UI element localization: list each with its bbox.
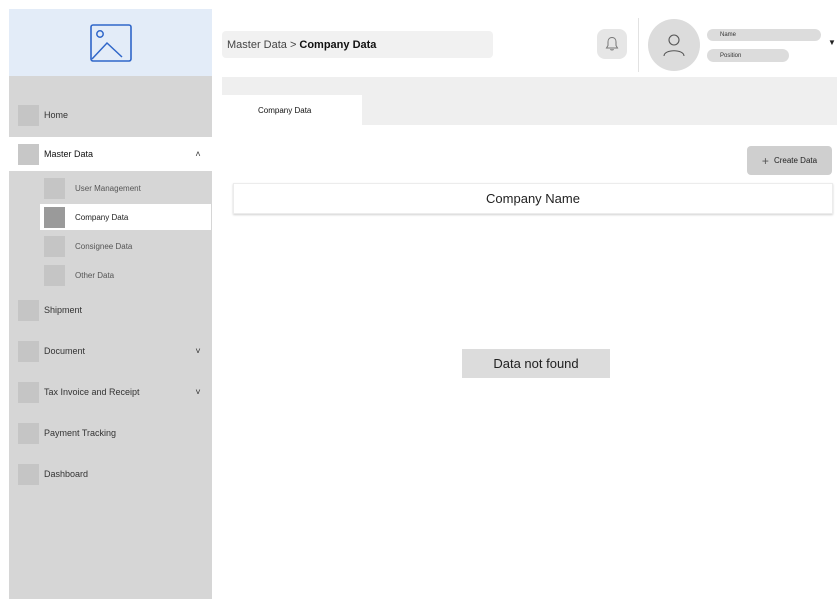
sidebar: Home Master Data ˄ User Management Compa…	[9, 9, 212, 599]
sidebar-item-label: Shipment	[44, 305, 83, 315]
profile-name: Name	[707, 29, 821, 41]
user-management-icon	[44, 177, 65, 199]
sidebar-item-label: Payment Tracking	[44, 428, 117, 438]
header-divider	[638, 18, 639, 72]
sidebar-subitem-label: Company Data	[75, 212, 129, 222]
home-icon	[18, 104, 39, 126]
sidebar-item-document[interactable]: Document ˅	[9, 334, 212, 368]
dashboard-icon	[18, 463, 39, 485]
document-icon	[18, 340, 39, 362]
sidebar-subitem-label: Other Data	[75, 270, 115, 280]
user-icon	[663, 34, 685, 57]
plus-icon: +	[761, 153, 769, 168]
chevron-down-icon[interactable]: ˅	[188, 346, 208, 356]
payment-tracking-icon	[18, 422, 39, 444]
tab-label: Company Data	[258, 106, 312, 115]
sidebar-item-label: Dashboard	[44, 469, 89, 479]
column-header: Company Name	[486, 191, 580, 206]
create-data-button[interactable]: + Create Data	[747, 146, 832, 175]
sidebar-subitem-user-management[interactable]: User Management	[40, 175, 211, 201]
breadcrumb: Master Data > Company Data	[222, 31, 493, 58]
company-data-icon	[44, 206, 65, 228]
sidebar-subitem-label: Consignee Data	[75, 241, 133, 251]
sidebar-item-home[interactable]: Home	[9, 98, 212, 132]
sidebar-item-label: Document	[44, 346, 86, 356]
table-header-company-name[interactable]: Company Name	[233, 183, 833, 214]
sidebar-item-shipment[interactable]: Shipment	[9, 293, 212, 327]
tax-invoice-icon	[18, 381, 39, 403]
sidebar-subitem-consignee-data[interactable]: Consignee Data	[40, 233, 211, 259]
sidebar-item-label: Master Data	[44, 149, 94, 159]
sidebar-subitem-label: User Management	[75, 183, 141, 193]
image-placeholder-icon	[89, 23, 132, 62]
caret-down-icon[interactable]: ▼	[828, 38, 836, 47]
sidebar-item-label: Home	[44, 110, 69, 120]
consignee-data-icon	[44, 235, 65, 257]
create-data-label: Create Data	[773, 156, 818, 165]
sidebar-item-dashboard[interactable]: Dashboard	[9, 457, 212, 491]
other-data-icon	[44, 264, 65, 286]
tab-company-data[interactable]: Company Data	[222, 95, 362, 126]
breadcrumb-parent[interactable]: Master Data >	[227, 39, 296, 51]
logo[interactable]	[9, 9, 212, 76]
chevron-down-icon[interactable]: ˅	[188, 387, 208, 397]
empty-state-message: Data not found	[462, 349, 610, 378]
sidebar-item-master-data[interactable]: Master Data ˄	[9, 137, 212, 171]
notifications-button[interactable]	[597, 29, 627, 59]
breadcrumb-current: Company Data	[299, 38, 377, 51]
bell-icon	[605, 36, 619, 51]
avatar[interactable]	[648, 19, 700, 71]
app-window: Home Master Data ˄ User Management Compa…	[0, 0, 837, 599]
shipment-icon	[18, 299, 39, 321]
sidebar-subitem-other-data[interactable]: Other Data	[40, 262, 211, 288]
sidebar-item-label: Tax Invoice and Receipt	[44, 387, 140, 397]
profile-position: Position	[707, 49, 789, 62]
chevron-up-icon[interactable]: ˄	[188, 149, 208, 159]
master-data-icon	[18, 143, 39, 165]
sidebar-item-tax-invoice[interactable]: Tax Invoice and Receipt ˅	[9, 375, 212, 409]
sidebar-item-payment-tracking[interactable]: Payment Tracking	[9, 416, 212, 450]
sidebar-subitem-company-data[interactable]: Company Data	[40, 204, 211, 230]
